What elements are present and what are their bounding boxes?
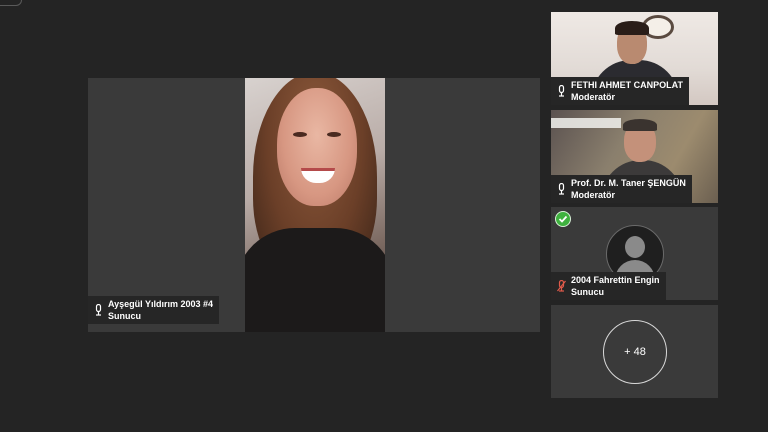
window-corner-tab <box>0 0 22 6</box>
presenter-video <box>245 78 385 332</box>
mic-icon <box>95 304 102 316</box>
presenter-name-label: Ayşegül Yıldırım 2003 #4 Sunucu <box>88 296 220 324</box>
participant-name: Prof. Dr. M. Taner ŞENGÜN <box>571 178 686 188</box>
participant-role: Moderatör <box>571 190 616 200</box>
participant-name-label: FETHI AHMET CANPOLAT Moderatör <box>551 77 689 105</box>
participant-name-label: Prof. Dr. M. Taner ŞENGÜN Moderatör <box>551 175 692 203</box>
presenter-role: Sunucu <box>108 311 141 321</box>
presenter-name: Ayşegül Yıldırım 2003 #4 <box>108 299 214 309</box>
mic-icon <box>558 183 565 195</box>
more-participants-tile[interactable]: + 48 <box>551 305 718 398</box>
participant-tile[interactable]: Prof. Dr. M. Taner ŞENGÜN Moderatör <box>551 110 718 203</box>
participant-role: Moderatör <box>571 92 616 102</box>
more-participants-count: + 48 <box>624 346 646 358</box>
participant-tile[interactable]: FETHI AHMET CANPOLAT Moderatör <box>551 12 718 105</box>
mic-icon <box>558 85 565 97</box>
participant-name: 2004 Fahrettin Engin <box>571 275 660 285</box>
participant-tile[interactable]: 2004 Fahrettin Engin Sunucu <box>551 207 718 300</box>
check-icon <box>555 211 571 227</box>
participant-role: Sunucu <box>571 287 604 297</box>
main-video-tile[interactable]: Ayşegül Yıldırım 2003 #4 Sunucu <box>88 78 540 332</box>
participant-name-label: 2004 Fahrettin Engin Sunucu <box>551 272 666 300</box>
mic-muted-icon <box>557 280 566 292</box>
more-participants-button[interactable]: + 48 <box>603 320 667 384</box>
participant-name: FETHI AHMET CANPOLAT <box>571 80 683 90</box>
